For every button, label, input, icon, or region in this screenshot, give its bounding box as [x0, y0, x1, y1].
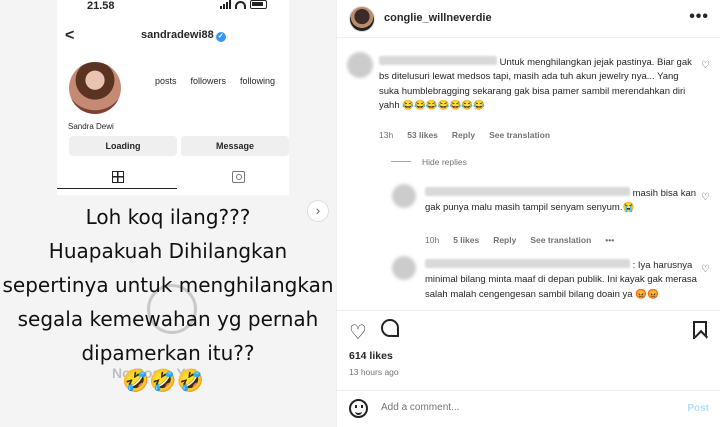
add-comment-bar: Post [337, 390, 720, 427]
reply-more-icon[interactable]: ••• [605, 235, 614, 245]
reply-likes[interactable]: 5 likes [453, 235, 479, 245]
likes-count[interactable]: 614 likes [349, 350, 393, 362]
screenshot-profile: 21.58 < sandradewi88 ✓ posts followers fo… [57, 0, 289, 195]
loading-button: Loading [69, 136, 177, 156]
wifi-icon [235, 0, 246, 9]
emoji-icon[interactable] [349, 399, 368, 418]
like-icon[interactable]: ♡ [349, 320, 367, 345]
overlay-line: dipamerkan itu?? [81, 341, 255, 365]
author-avatar[interactable] [349, 6, 375, 32]
stat-followers: followers [190, 76, 227, 86]
comment-like-icon[interactable]: ♡ [701, 60, 710, 71]
profile-header: < sandradewi88 ✓ [57, 26, 289, 46]
status-time: 21.58 [87, 0, 115, 12]
comment-text: Untuk menghilangkan jejak pastinya. Biar… [379, 56, 697, 114]
reply-avatar[interactable] [392, 184, 416, 208]
hide-replies-button[interactable]: Hide replies [422, 157, 467, 167]
commenter-avatar[interactable] [347, 52, 373, 78]
status-icons [220, 0, 267, 9]
grid-icon [112, 171, 124, 183]
reply-like-icon[interactable]: ♡ [701, 192, 710, 203]
comment-icon[interactable] [381, 319, 399, 337]
status-bar: 21.58 [57, 0, 289, 16]
instagram-post-view: 21.58 < sandradewi88 ✓ posts followers fo… [0, 0, 720, 427]
profile-avatar [69, 62, 121, 114]
reply-like-icon[interactable]: ♡ [701, 264, 710, 275]
comment-time: 13h [379, 130, 394, 140]
overlay-emoji: 🤣🤣🤣 [122, 368, 205, 393]
replier-name-redacted[interactable] [425, 187, 630, 196]
post-time[interactable]: 13 hours ago [349, 367, 399, 377]
next-image-button[interactable]: › [307, 200, 329, 222]
replier-name-redacted[interactable] [425, 259, 630, 268]
post-image[interactable]: 21.58 < sandradewi88 ✓ posts followers fo… [0, 0, 336, 427]
reply-see-translation-button[interactable]: See translation [530, 235, 591, 245]
profile-stats: posts followers following [155, 76, 275, 86]
add-comment-input[interactable] [381, 402, 671, 413]
stat-posts: posts [155, 76, 177, 86]
back-icon: < [65, 27, 75, 44]
profile-username-text: sandradewi88 [141, 29, 214, 41]
more-options-icon[interactable]: ••• [689, 8, 709, 26]
overlay-line: Loh koq ilang??? [85, 205, 251, 229]
profile-display-name: Sandra Dewi [68, 122, 114, 131]
profile-username: sandradewi88 ✓ [141, 29, 226, 42]
post-header: conglie_willneverdie ••• [337, 0, 720, 38]
profile-tabs [57, 166, 289, 192]
comment-likes[interactable]: 53 likes [407, 130, 438, 140]
verified-icon: ✓ [215, 32, 226, 42]
tagged-icon [232, 171, 245, 183]
reply-text: masih bisa kan gak punya malu masih tamp… [425, 187, 700, 216]
comment-meta: 13h 53 likes Reply See translation [379, 130, 550, 140]
bookmark-icon[interactable] [693, 321, 707, 339]
reply-avatar[interactable] [392, 256, 416, 280]
overlay-line: Huapakuah Dihilangkan [48, 239, 288, 263]
reply-time: 10h [425, 235, 440, 245]
message-button: Message [181, 136, 289, 156]
overlay-caption: Loh koq ilang??? Huapakuah Dihilangkan s… [0, 200, 336, 370]
comment-body: Untuk menghilangkan jejak pastinya. Biar… [379, 57, 692, 112]
action-bar: ♡ [337, 310, 720, 350]
commenter-name-redacted[interactable] [379, 56, 497, 65]
reply-meta: 10h 5 likes Reply See translation ••• [425, 235, 614, 245]
author-username[interactable]: conglie_willneverdie [384, 12, 492, 24]
post-button[interactable]: Post [687, 403, 709, 414]
overlay-line: sepertinya untuk menghilangkan [2, 273, 334, 297]
post-detail-panel: conglie_willneverdie ••• Untuk menghilan… [336, 0, 720, 427]
reply-button[interactable]: Reply [452, 130, 475, 140]
see-translation-button[interactable]: See translation [489, 130, 550, 140]
stat-following: following [240, 76, 276, 86]
signal-icon [220, 0, 231, 9]
hide-replies-line [391, 161, 411, 162]
reply-reply-button[interactable]: Reply [493, 235, 516, 245]
reply-text: : Iya harusnya minimal bilang minta maaf… [425, 259, 700, 302]
active-tab-indicator [57, 188, 177, 189]
battery-icon [250, 0, 267, 9]
overlay-line: segala kemewahan yg pernah [17, 307, 319, 331]
